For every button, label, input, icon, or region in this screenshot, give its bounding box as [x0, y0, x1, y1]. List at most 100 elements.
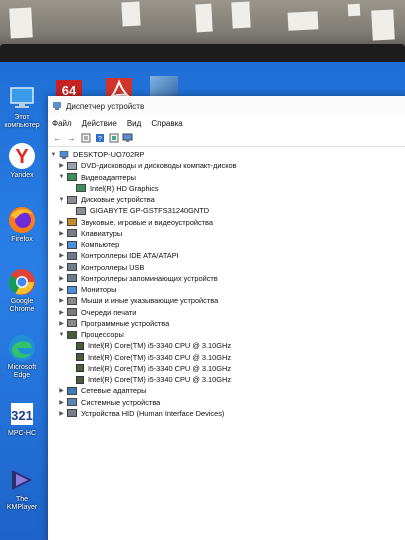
help-icon[interactable]: ?	[94, 133, 105, 144]
toolbar: ← → ?	[48, 130, 405, 147]
expand-chevron-icon[interactable]: ▶	[58, 275, 65, 282]
network-icon	[67, 386, 77, 395]
tree-category[interactable]: ▶ Звуковые, игровые и видеоустройства	[50, 217, 405, 228]
tree-device[interactable]: Intel(R) Core(TM) i5-3340 CPU @ 3.10GHz	[50, 374, 405, 385]
tree-category[interactable]: ▶ Мыши и иные указывающие устройства	[50, 295, 405, 306]
expand-chevron-icon[interactable]: ▶	[58, 387, 65, 394]
tree-category[interactable]: ▶ Клавиатуры	[50, 228, 405, 239]
svg-text:Y: Y	[15, 146, 29, 168]
paper-note	[347, 3, 361, 17]
desktop-icon-label: The KMPlayer	[6, 496, 38, 511]
desktop-icon-label: Microsoft Edge	[7, 364, 37, 379]
tree-device[interactable]: GIGABYTE GP-GSTFS31240GNTD	[50, 205, 405, 216]
tree-category[interactable]: ▶ Очереди печати	[50, 307, 405, 318]
software-icon	[67, 319, 77, 328]
tree-category[interactable]: ▼ Видеоадаптеры	[50, 172, 405, 183]
device-tree: ▼ DESKTOP-UO702RP ▶ DVD-дисководы и диско…	[48, 147, 405, 419]
tree-category[interactable]: ▶ Программные устройства	[50, 318, 405, 329]
desktop-icon-google-chrome[interactable]: Google Chrome	[2, 268, 42, 314]
tree-category-label: DVD-дисководы и дисководы компакт-дисков	[81, 161, 237, 171]
expand-chevron-icon[interactable]: ▶	[58, 241, 65, 248]
tree-category[interactable]: ▶ Контроллеры IDE ATA/ATAPI	[50, 250, 405, 261]
expand-chevron-icon[interactable]: ▶	[58, 320, 65, 327]
display-adapter-icon	[67, 173, 77, 182]
collapse-chevron-icon[interactable]: ▼	[58, 174, 65, 180]
device-manager-window: Диспетчер устройств Файл Действие Вид Сп…	[48, 96, 405, 540]
tree-category-label: Процессоры	[81, 330, 124, 340]
desktop-icon-mpc-hc[interactable]: 321 MPC-HC	[2, 400, 42, 438]
yandex-icon: Y	[9, 143, 35, 169]
tree-category-label: Компьютер	[81, 240, 120, 250]
tree-root[interactable]: ▼ DESKTOP-UO702RP	[50, 149, 405, 160]
tree-category[interactable]: ▶ DVD-дисководы и дисководы компакт-диско…	[50, 160, 405, 171]
tree-category[interactable]: ▼ Дисковые устройства	[50, 194, 405, 205]
monitor-bezel	[0, 44, 405, 64]
tree-category[interactable]: ▶ Компьютер	[50, 239, 405, 250]
collapse-chevron-icon[interactable]: ▼	[58, 332, 65, 338]
menu-action[interactable]: Действие	[82, 119, 117, 128]
tree-category[interactable]: ▶ Системные устройства	[50, 397, 405, 408]
desktop-icon-firefox[interactable]: Firefox	[2, 206, 42, 244]
svg-text:?: ?	[98, 136, 102, 143]
update-driver-icon[interactable]	[108, 133, 119, 144]
tree-category-label: Видеоадаптеры	[81, 172, 136, 182]
tree-category-label: Контроллеры запоминающих устройств	[81, 273, 218, 283]
desktop-icon-label: Этот компьютер	[4, 114, 40, 129]
tree-device[interactable]: Intel(R) HD Graphics	[50, 183, 405, 194]
expand-chevron-icon[interactable]: ▶	[58, 286, 65, 293]
paper-note	[9, 7, 33, 39]
desktop-icon-this-pc[interactable]: Этот компьютер	[2, 84, 42, 130]
processor-icon	[76, 375, 84, 384]
tree-device[interactable]: Intel(R) Core(TM) i5-3340 CPU @ 3.10GHz	[50, 340, 405, 351]
collapse-chevron-icon[interactable]: ▼	[58, 197, 65, 203]
tree-category[interactable]: ▶ Контроллеры запоминающих устройств	[50, 273, 405, 284]
tree-category-label: Клавиатуры	[81, 228, 123, 238]
ide-icon	[67, 251, 77, 260]
expand-chevron-icon[interactable]: ▶	[58, 410, 65, 417]
tree-category[interactable]: ▶ Сетевые адаптеры	[50, 385, 405, 396]
menu-help[interactable]: Справка	[151, 119, 182, 128]
desktop-icon-kmplayer[interactable]: The KMPlayer	[2, 466, 42, 512]
avito-watermark	[365, 504, 395, 530]
tree-category-label: Сетевые адаптеры	[81, 386, 147, 396]
forward-icon[interactable]: →	[66, 133, 77, 144]
storage-icon	[67, 274, 77, 283]
processor-icon	[76, 341, 84, 350]
scan-hardware-icon[interactable]	[122, 133, 133, 144]
expand-chevron-icon[interactable]: ▶	[58, 219, 65, 226]
paper-note	[121, 1, 141, 27]
desktop-icon-label: Google Chrome	[9, 298, 35, 313]
menu-view[interactable]: Вид	[127, 119, 141, 128]
collapse-chevron-icon[interactable]: ▼	[50, 152, 57, 158]
paper-note	[287, 11, 319, 31]
tree-root-label: DESKTOP-UO702RP	[73, 150, 145, 160]
expand-chevron-icon[interactable]: ▶	[58, 264, 65, 271]
tree-category-label: Очереди печати	[81, 307, 137, 317]
paper-note	[371, 9, 395, 41]
properties-icon[interactable]	[80, 133, 91, 144]
tree-category[interactable]: ▶ Мониторы	[50, 284, 405, 295]
tree-device[interactable]: Intel(R) Core(TM) i5-3340 CPU @ 3.10GHz	[50, 352, 405, 363]
tree-device-label: Intel(R) Core(TM) i5-3340 CPU @ 3.10GHz	[88, 352, 232, 362]
menu-file[interactable]: Файл	[52, 119, 72, 128]
tree-category-label: Звуковые, игровые и видеоустройства	[81, 217, 214, 227]
printer-icon	[67, 308, 77, 317]
expand-chevron-icon[interactable]: ▶	[58, 162, 65, 169]
tree-device[interactable]: Intel(R) Core(TM) i5-3340 CPU @ 3.10GHz	[50, 363, 405, 374]
title-bar[interactable]: Диспетчер устройств	[48, 96, 405, 116]
expand-chevron-icon[interactable]: ▶	[58, 230, 65, 237]
expand-chevron-icon[interactable]: ▶	[58, 309, 65, 316]
tree-category-label: Контроллеры USB	[81, 262, 145, 272]
back-icon[interactable]: ←	[52, 133, 63, 144]
expand-chevron-icon[interactable]: ▶	[58, 297, 65, 304]
desktop-icon-microsoft-edge[interactable]: Microsoft Edge	[2, 334, 42, 380]
hid-icon	[67, 409, 77, 418]
tree-category[interactable]: ▶ Контроллеры USB	[50, 262, 405, 273]
desktop-icon-yandex[interactable]: Y Yandex	[2, 142, 42, 180]
window-title: Диспетчер устройств	[66, 101, 145, 111]
expand-chevron-icon[interactable]: ▶	[58, 399, 65, 406]
kmplayer-icon	[12, 470, 32, 490]
tree-category[interactable]: ▶ Устройства HID (Human Interface Devices…	[50, 408, 405, 419]
expand-chevron-icon[interactable]: ▶	[58, 252, 65, 259]
tree-category[interactable]: ▼ Процессоры	[50, 329, 405, 340]
